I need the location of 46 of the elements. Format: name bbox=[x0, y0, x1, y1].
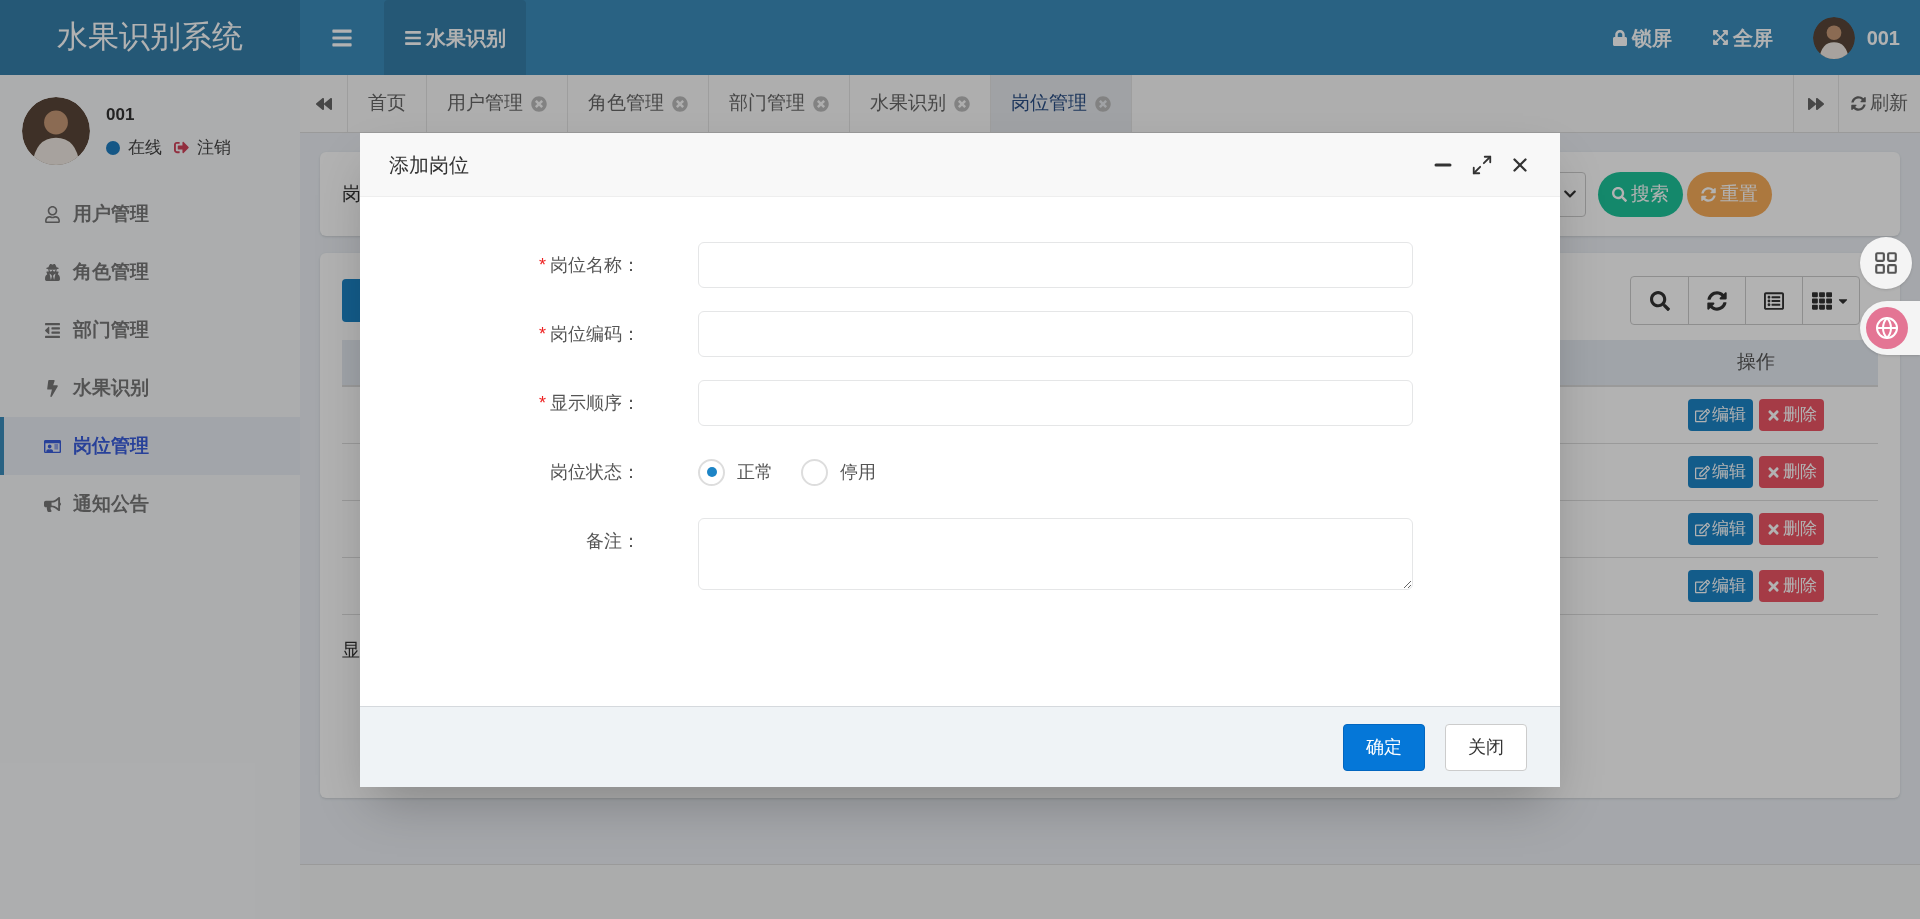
required-mark: * bbox=[539, 253, 546, 277]
lock-screen-button[interactable]: 锁屏 bbox=[1591, 0, 1692, 75]
sidebar-item[interactable]: 部门管理 bbox=[0, 301, 300, 359]
menu-tab[interactable]: 水果识别 bbox=[384, 0, 526, 75]
page-tab[interactable]: 角色管理 bbox=[568, 75, 709, 132]
fullscreen-button[interactable]: 全屏 bbox=[1691, 0, 1793, 75]
column-header: 操作 bbox=[1736, 350, 1776, 375]
delete-button[interactable]: 删除 bbox=[1759, 399, 1824, 431]
field-label: 显示顺序： bbox=[550, 391, 640, 415]
close-button[interactable]: 关闭 bbox=[1445, 723, 1527, 771]
user-name: 001 bbox=[106, 103, 136, 126]
confirm-button[interactable]: 确定 bbox=[1343, 723, 1425, 771]
delete-button[interactable]: 删除 bbox=[1759, 456, 1824, 488]
field-label: 岗位状态： bbox=[550, 460, 640, 484]
edit-button[interactable]: 编辑 bbox=[1688, 456, 1753, 488]
field-label: 岗位名称： bbox=[550, 253, 640, 277]
search-label: 岗 bbox=[342, 181, 361, 206]
delete-button[interactable]: 删除 bbox=[1759, 513, 1824, 545]
edit-button[interactable]: 编辑 bbox=[1688, 399, 1753, 431]
page-tab[interactable]: 岗位管理 bbox=[991, 75, 1132, 132]
radio-option[interactable]: 正常 bbox=[698, 458, 773, 486]
refresh-tab-button[interactable]: 刷新 bbox=[1838, 75, 1920, 132]
user-name[interactable]: 001 bbox=[1866, 22, 1900, 53]
page-tab[interactable]: 部门管理 bbox=[709, 75, 850, 132]
required-mark: * bbox=[539, 322, 546, 346]
logout-link[interactable]: 注销 bbox=[174, 135, 231, 161]
dialog-title: 添加岗位 bbox=[389, 152, 469, 178]
reset-button[interactable]: 重置 bbox=[1687, 171, 1772, 217]
field-label: 岗位编码： bbox=[550, 322, 640, 346]
sidebar-item[interactable]: 角色管理 bbox=[0, 243, 300, 301]
field-label: 备注： bbox=[586, 529, 640, 553]
radio-option[interactable]: 停用 bbox=[801, 458, 876, 486]
page-tab[interactable]: 首页 bbox=[348, 75, 427, 132]
pagination-text: 显 bbox=[342, 639, 361, 662]
required-mark: * bbox=[539, 391, 546, 415]
page-tab[interactable]: 用户管理 bbox=[427, 75, 568, 132]
delete-button[interactable]: 删除 bbox=[1759, 570, 1824, 602]
sidebar-item[interactable]: 岗位管理 bbox=[0, 417, 300, 475]
edit-button[interactable]: 编辑 bbox=[1688, 513, 1753, 545]
sidebar-item[interactable]: 用户管理 bbox=[0, 185, 300, 243]
sidebar-item[interactable]: 水果识别 bbox=[0, 359, 300, 417]
sidebar-item[interactable]: 通知公告 bbox=[0, 475, 300, 533]
edit-button[interactable]: 编辑 bbox=[1688, 570, 1753, 602]
status-text: 在线 bbox=[128, 137, 162, 159]
search-button[interactable]: 搜索 bbox=[1598, 171, 1683, 217]
app-logo: 水果识别系统 bbox=[57, 18, 243, 57]
